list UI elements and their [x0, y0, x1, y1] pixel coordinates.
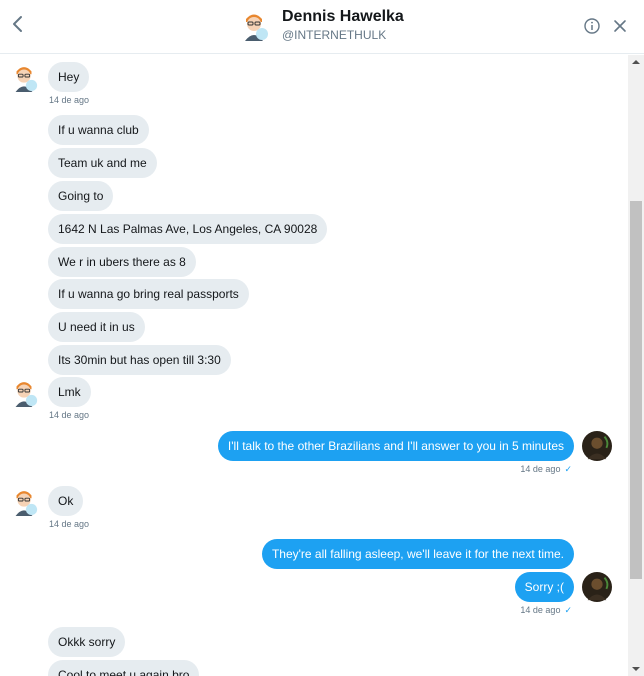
scroll-down-icon[interactable]	[628, 662, 644, 676]
contact-handle: @INTERNETHULK	[282, 28, 387, 42]
message-bubble[interactable]: Cool to meet u again bro	[48, 660, 200, 676]
message-bubble-sent[interactable]: They're all falling asleep, we'll leave …	[261, 539, 574, 569]
sender-avatar[interactable]	[9, 486, 39, 516]
message-bubble[interactable]: If u wanna club	[48, 115, 149, 145]
message-time: 14 de ago	[49, 410, 90, 420]
conversation-header: Dennis Hawelka @INTERNETHULK	[0, 0, 644, 54]
message-bubble[interactable]: 1642 N Las Palmas Ave, Los Angeles, CA 9…	[48, 214, 328, 244]
message-bubble[interactable]: Ok	[48, 486, 84, 516]
message-time: 14 de ago	[49, 95, 90, 105]
delivered-check-icon: ✓	[564, 464, 572, 474]
scrollbar[interactable]	[628, 55, 644, 676]
message-bubble[interactable]: We r in ubers there as 8	[48, 247, 196, 277]
sender-avatar[interactable]	[9, 377, 39, 407]
message-time: 14 de ago	[520, 605, 561, 615]
contact-name: Dennis Hawelka	[282, 8, 404, 25]
message-time-sent: 14 de ago ✓	[520, 605, 572, 616]
scroll-up-icon[interactable]	[628, 55, 644, 69]
message-time: 14 de ago	[520, 464, 561, 474]
message-bubble[interactable]: Team uk and me	[48, 148, 157, 178]
sender-avatar[interactable]	[9, 62, 39, 92]
message-bubble-sent[interactable]: I'll talk to the other Brazilians and I'…	[217, 431, 574, 461]
info-icon[interactable]	[584, 18, 600, 34]
close-icon[interactable]	[613, 19, 627, 33]
contact-avatar[interactable]	[238, 9, 270, 41]
message-bubble-sent[interactable]: Sorry ;(	[514, 572, 574, 602]
message-bubble[interactable]: Going to	[48, 181, 114, 211]
delivered-check-icon: ✓	[564, 605, 572, 615]
scrollbar-thumb[interactable]	[630, 201, 642, 579]
message-bubble[interactable]: Hey	[48, 62, 90, 92]
own-avatar[interactable]	[582, 431, 612, 461]
message-bubble[interactable]: U need it in us	[48, 312, 145, 342]
message-bubble[interactable]: Its 30min but has open till 3:30	[48, 345, 231, 375]
message-time-sent: 14 de ago ✓	[520, 464, 572, 475]
own-avatar[interactable]	[582, 572, 612, 602]
message-bubble[interactable]: Okkk sorry	[48, 627, 126, 657]
message-list[interactable]: Hey 14 de ago If u wanna club Team uk an…	[0, 55, 628, 676]
message-time: 14 de ago	[49, 519, 90, 529]
message-bubble[interactable]: Lmk	[48, 377, 91, 407]
chevron-left-icon[interactable]	[8, 12, 28, 36]
message-bubble[interactable]: If u wanna go bring real passports	[48, 279, 249, 309]
